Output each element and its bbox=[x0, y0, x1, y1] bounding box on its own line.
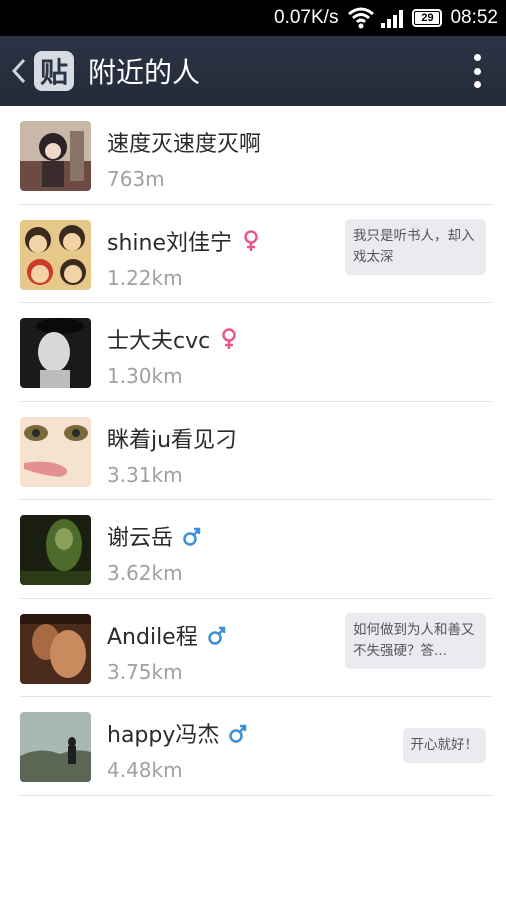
battery-level: 29 bbox=[421, 12, 434, 24]
distance: 3.31km bbox=[107, 462, 183, 487]
list-item[interactable]: Andile程 3.75km 如何做到为人和善又不失强硬？答... bbox=[0, 599, 506, 697]
signature-bubble: 如何做到为人和善又不失强硬？答... bbox=[345, 612, 486, 669]
male-icon bbox=[229, 724, 247, 743]
list-item[interactable]: 士大夫cvc 1.30km bbox=[0, 303, 506, 402]
distance: 3.75km bbox=[107, 659, 183, 684]
female-icon bbox=[222, 328, 236, 349]
distance: 763m bbox=[107, 167, 165, 191]
avatar[interactable] bbox=[20, 613, 91, 684]
distance: 1.30km bbox=[107, 364, 183, 388]
distance: 1.22km bbox=[107, 265, 183, 290]
avatar[interactable] bbox=[20, 219, 91, 290]
nearby-people-list: 速度灭速度灭啊 763m shine刘佳宁 1.22km 我只是听书人，却入戏太… bbox=[0, 106, 506, 796]
divider bbox=[20, 794, 492, 796]
male-icon bbox=[207, 626, 225, 645]
user-name: 眯着ju看见刁 bbox=[107, 427, 238, 453]
user-name: 士大夫cvc bbox=[107, 329, 211, 354]
status-bar: 0.07K/s 29 08:52 bbox=[0, 0, 506, 36]
chevron-left-icon[interactable] bbox=[6, 36, 32, 106]
avatar[interactable] bbox=[20, 712, 91, 782]
list-item[interactable]: 谢云岳 3.62km bbox=[0, 500, 506, 599]
wifi-icon bbox=[348, 7, 375, 29]
app-logo[interactable]: 贴 bbox=[34, 51, 74, 91]
clock: 08:52 bbox=[450, 7, 498, 28]
female-icon bbox=[244, 229, 258, 251]
user-name: 速度灭速度灭啊 bbox=[107, 132, 262, 157]
list-item[interactable]: 速度灭速度灭啊 763m bbox=[0, 106, 506, 205]
signal-icon bbox=[380, 7, 406, 29]
more-vertical-icon[interactable] bbox=[470, 54, 484, 88]
battery-icon: 29 bbox=[412, 9, 443, 27]
distance: 4.48km bbox=[107, 758, 183, 782]
user-name: 谢云岳 bbox=[107, 526, 174, 551]
avatar[interactable] bbox=[20, 515, 91, 585]
signature-bubble: 开心就好！ bbox=[402, 728, 486, 763]
user-name: happy冯杰 bbox=[107, 723, 220, 748]
avatar[interactable] bbox=[20, 416, 91, 487]
user-name: shine刘佳宁 bbox=[107, 230, 232, 256]
signature-bubble: 我只是听书人，却入戏太深 bbox=[345, 218, 486, 275]
page-title: 附近的人 bbox=[88, 56, 201, 89]
avatar[interactable] bbox=[20, 318, 91, 388]
user-name: Andile程 bbox=[107, 624, 198, 650]
list-item[interactable]: 眯着ju看见刁 3.31km bbox=[0, 402, 506, 500]
list-item[interactable]: happy冯杰 4.48km 开心就好！ bbox=[0, 697, 506, 796]
list-item[interactable]: shine刘佳宁 1.22km 我只是听书人，却入戏太深 bbox=[0, 205, 506, 303]
avatar[interactable] bbox=[20, 121, 91, 191]
male-icon bbox=[183, 527, 201, 546]
nav-bar: 贴 附近的人 bbox=[0, 36, 506, 106]
distance: 3.62km bbox=[107, 561, 183, 585]
network-speed: 0.07K/s bbox=[274, 7, 339, 28]
